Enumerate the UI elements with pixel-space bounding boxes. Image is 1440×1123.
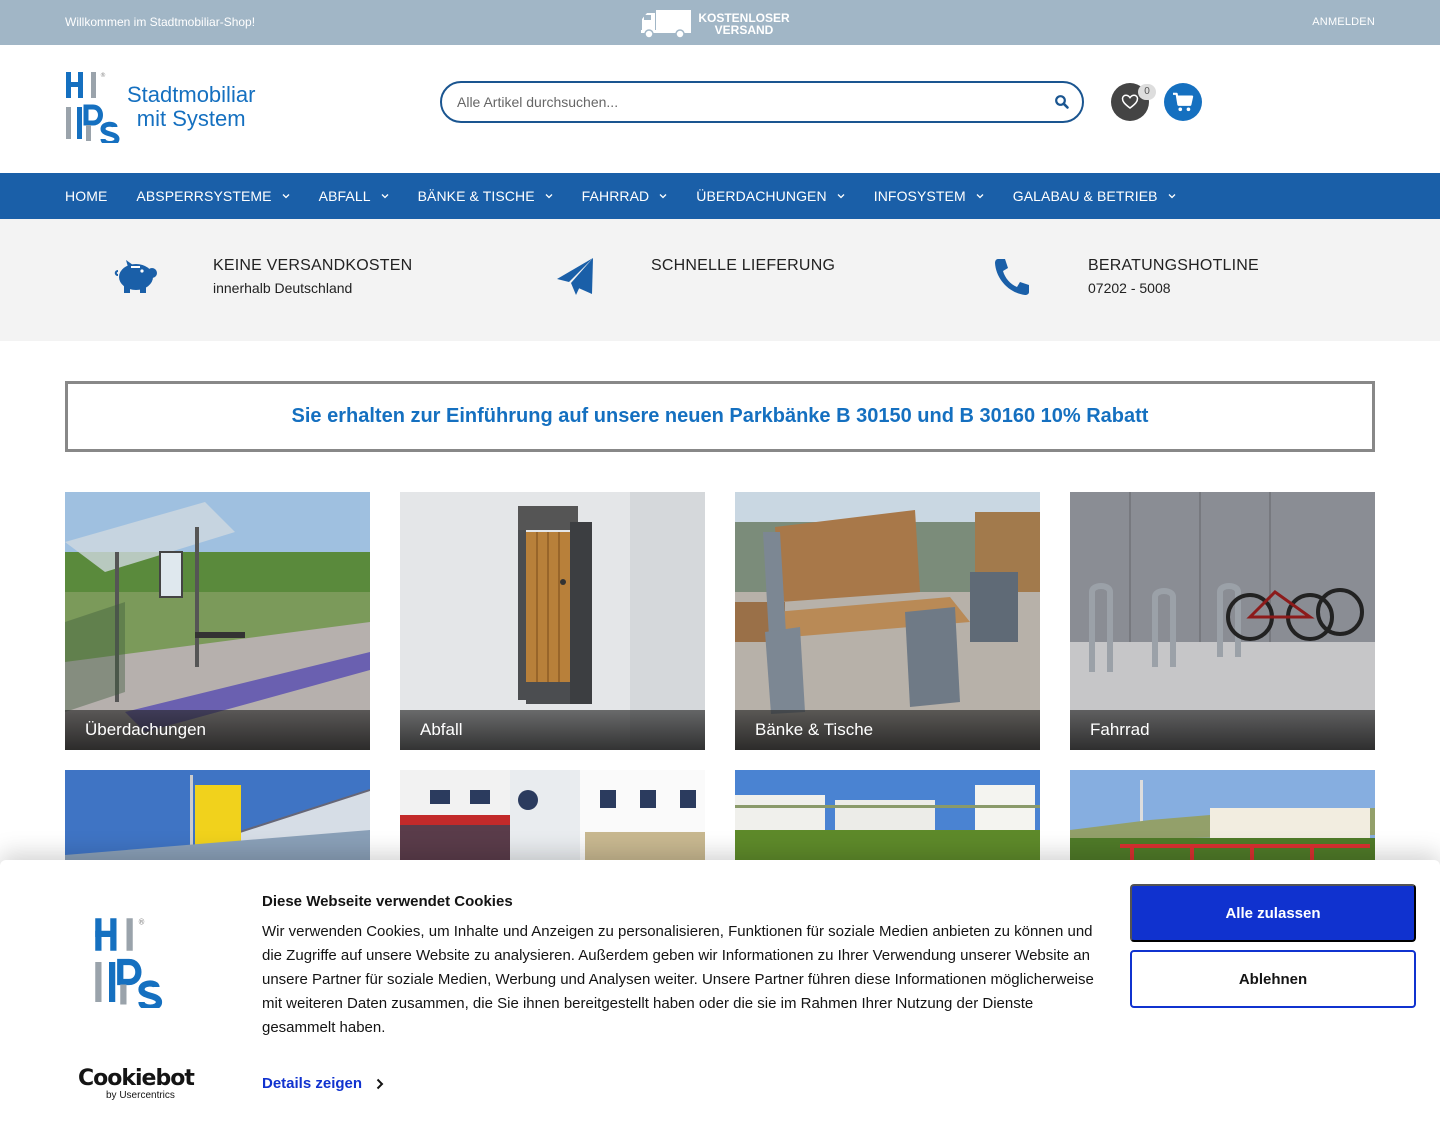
category-tile-6[interactable] (400, 770, 705, 860)
decline-button[interactable]: Ablehnen (1130, 950, 1416, 1008)
nav-item-galabau-betrieb[interactable]: GALABAU & BETRIEB (1013, 188, 1176, 204)
nav-item-fahrrad[interactable]: FAHRRAD (582, 188, 668, 204)
barrier-park-image (1070, 770, 1375, 860)
usp-title: BERATUNGSHOTLINE (1088, 257, 1259, 274)
nav-item-label: ABSPERRSYSTEME (136, 188, 272, 204)
nav-item-label: HOME (65, 188, 108, 204)
login-link[interactable]: ANMELDEN (1312, 16, 1375, 28)
usp-title: SCHNELLE LIEFERUNG (651, 257, 836, 274)
svg-text:®: ® (100, 72, 106, 79)
hids-logo-mark: ® (95, 918, 163, 1008)
search-bar (440, 81, 1084, 123)
tile-caption: Abfall (400, 710, 705, 750)
category-tile-abfall[interactable]: Abfall (400, 492, 705, 750)
category-tile-baenke[interactable]: Bänke & Tische (735, 492, 1040, 750)
search-input[interactable] (442, 83, 1022, 121)
paper-plane-icon (557, 258, 593, 295)
category-tile-fahrrad[interactable]: Fahrrad (1070, 492, 1375, 750)
usp-delivery: SCHNELLE LIEFERUNG (556, 257, 835, 297)
nav-item-label: FAHRRAD (581, 188, 650, 204)
chevron-down-icon (837, 194, 845, 199)
tile-caption: Bänke & Tische (735, 710, 1040, 750)
shopping-cart-icon (1173, 92, 1194, 112)
cookie-description: Wir verwenden Cookies, um Inhalte und An… (262, 923, 1094, 1036)
heart-icon (1121, 94, 1139, 109)
nav-item-absperrsysteme[interactable]: ABSPERRSYSTEME (136, 188, 290, 204)
usp-subtitle: innerhalb Deutschland (213, 280, 353, 296)
usp-title: KEINE VERSANDKOSTEN (213, 257, 413, 274)
nav-item-label: ABFALL (318, 188, 371, 204)
free-shipping-notice: KOSTENLOSER VERSAND (640, 9, 792, 39)
category-tile-ueberdachungen[interactable]: Überdachungen (65, 492, 370, 750)
welcome-text: Willkommen im Stadtmobiliar-Shop! (65, 15, 256, 29)
shipping-line-2: VERSAND (714, 23, 774, 37)
category-tile-7[interactable] (735, 770, 1040, 860)
svg-text:®: ® (138, 918, 146, 927)
nav-item-abfall[interactable]: ABFALL (319, 188, 389, 204)
hids-logo-mark: ® (66, 72, 120, 143)
promo-banner[interactable]: Sie erhalten zur Einführung auf unsere n… (65, 381, 1375, 452)
chevron-down-icon (282, 194, 290, 199)
category-tile-8[interactable] (1070, 770, 1375, 860)
chevron-down-icon (976, 194, 984, 199)
cookiebot-subtext: by Usercentrics (106, 1090, 175, 1101)
nav-item-label: BÄNKE & TISCHE (417, 188, 535, 204)
cookiebot-logo: Cookiebot by Usercentrics (78, 1066, 195, 1102)
cookiebot-wordmark: Cookiebot (78, 1066, 195, 1091)
cart-button[interactable] (1164, 83, 1202, 121)
cookie-banner: ® Cookiebot by Usercentrics Diese Websei… (0, 860, 1440, 1123)
nav-item-label: INFOSYSTEM (873, 188, 966, 204)
nav-item-label: GALABAU & BETRIEB (1012, 188, 1158, 204)
promo-text: Sie erhalten zur Einführung auf unsere n… (291, 405, 1149, 427)
flag-building-image (65, 770, 370, 860)
wishlist-count-badge: 0 (1138, 84, 1156, 100)
chevron-down-icon (659, 194, 667, 199)
chevron-down-icon (1168, 194, 1176, 199)
header: ® Stadtmobiliar mit System 0 (0, 45, 1440, 173)
nav-item-infosystem[interactable]: INFOSYSTEM (874, 188, 984, 204)
usp-bar: KEINE VERSANDKOSTEN innerhalb Deutschlan… (0, 219, 1440, 341)
usp-shipping: KEINE VERSANDKOSTEN innerhalb Deutschlan… (114, 257, 412, 297)
main-navigation: HOME ABSPERRSYSTEME ABFALL BÄNKE & TISCHE FA… (0, 173, 1440, 219)
tile-caption: Überdachungen (65, 710, 370, 750)
chevron-down-icon (545, 194, 553, 199)
accept-all-button[interactable]: Alle zulassen (1130, 884, 1416, 942)
chevron-down-icon (381, 194, 389, 199)
phone-icon (995, 259, 1029, 295)
nav-item-überdachungen[interactable]: ÜBERDACHUNGEN (696, 188, 845, 204)
truck-icon (641, 10, 691, 39)
logo-line-1: Stadtmobiliar (127, 82, 256, 107)
site-logo[interactable]: ® Stadtmobiliar mit System (65, 71, 255, 143)
usp-hotline: BERATUNGSHOTLINE 07202 - 5008 (993, 257, 1259, 297)
details-link[interactable]: Details zeigen (262, 1075, 384, 1092)
usp-subtitle: 07202 - 5008 (1088, 280, 1171, 296)
residential-image (735, 770, 1040, 860)
details-label: Details zeigen (262, 1075, 363, 1092)
tile-caption: Fahrrad (1070, 710, 1375, 750)
nav-item-label: ÜBERDACHUNGEN (696, 188, 827, 204)
top-bar: Willkommen im Stadtmobiliar-Shop! KOSTEN… (0, 0, 1440, 45)
category-tile-5[interactable] (65, 770, 370, 860)
cookie-title: Diese Webseite verwendet Cookies (262, 893, 513, 910)
shop-front-image (400, 770, 705, 860)
chevron-right-icon (376, 1078, 384, 1089)
nav-item-bänke-tische[interactable]: BÄNKE & TISCHE (418, 188, 553, 204)
logo-line-2: mit System (136, 106, 246, 131)
piggy-bank-icon (114, 260, 157, 293)
nav-item-home[interactable]: HOME (65, 188, 107, 204)
search-icon[interactable] (1054, 94, 1070, 110)
